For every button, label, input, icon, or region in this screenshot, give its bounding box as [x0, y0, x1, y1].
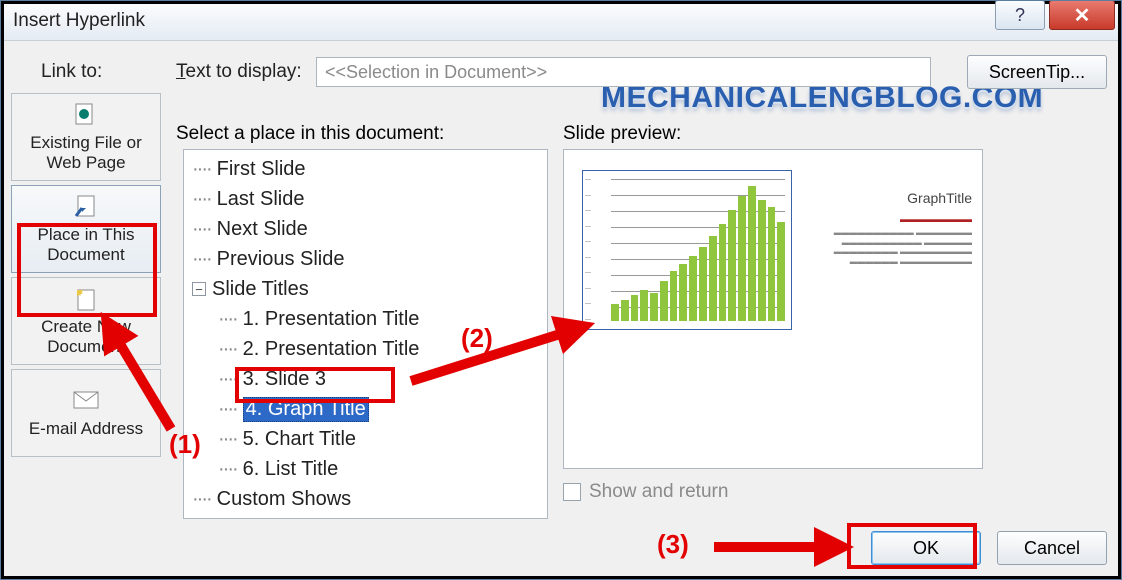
tree-slide-titles[interactable]: −Slide Titles	[184, 274, 547, 304]
chart-y-ticks: ——————————	[585, 177, 609, 323]
chart-bar	[738, 196, 746, 321]
preview-chart: ——————————	[582, 170, 792, 330]
ok-button[interactable]: OK	[871, 531, 981, 565]
chart-bar	[699, 247, 707, 321]
select-place-label: Select a place in this document:	[176, 123, 444, 145]
preview-red-text: ▬▬▬▬▬▬▬▬	[812, 214, 972, 224]
screentip-button[interactable]: ScreenTip...	[967, 55, 1107, 89]
email-icon	[72, 387, 100, 415]
chart-bar	[768, 207, 776, 321]
chart-bar	[748, 186, 756, 321]
chart-bar	[660, 281, 668, 321]
cancel-button[interactable]: Cancel	[997, 531, 1107, 565]
chart-bar	[689, 256, 697, 321]
chart-bar	[758, 200, 766, 321]
tree-custom-shows[interactable]: ····Custom Shows	[184, 484, 547, 514]
chart-bar	[670, 271, 678, 321]
sidebar-place-in-document[interactable]: Place in This Document	[11, 185, 161, 273]
tree-slide-5[interactable]: ····5. Chart Title	[184, 424, 547, 454]
titlebar: Insert Hyperlink ? ✕	[1, 1, 1121, 41]
chart-bar	[611, 304, 619, 321]
tree-first-slide[interactable]: ····First Slide	[184, 154, 547, 184]
slide-preview-label: Slide preview:	[563, 123, 681, 145]
tree-slide-4[interactable]: ····4. Graph Title	[184, 394, 547, 424]
chart-bar	[728, 210, 736, 321]
annotation-arrow-1	[101, 319, 201, 444]
preview-text-block: GraphTitle ▬▬▬▬▬▬▬▬ ▬▬▬▬▬▬▬▬▬▬ ▬▬▬▬▬▬▬ ▬…	[812, 190, 972, 266]
chart-bar	[719, 224, 727, 321]
chart-bar	[650, 293, 658, 321]
web-page-icon	[72, 101, 100, 129]
slide-preview: —————————— GraphTitle ▬▬▬▬▬▬▬▬ ▬▬▬▬▬▬▬▬▬…	[563, 149, 983, 469]
document-target-icon	[72, 193, 100, 221]
tree-last-slide[interactable]: ····Last Slide	[184, 184, 547, 214]
annotation-arrow-2	[401, 321, 591, 396]
link-to-label: Link to:	[41, 61, 102, 83]
text-to-display-input[interactable]	[316, 57, 931, 87]
chart-bar	[679, 264, 687, 321]
collapse-icon[interactable]: −	[192, 282, 206, 296]
window-title: Insert Hyperlink	[13, 10, 145, 32]
chart-bar	[631, 295, 639, 321]
chart-bar	[640, 290, 648, 321]
show-and-return: Show and return	[563, 481, 728, 503]
preview-grey-text: ▬▬▬▬▬▬▬▬▬▬ ▬▬▬▬▬▬▬ ▬▬▬▬▬▬▬▬▬▬ ▬▬▬▬▬▬ ▬▬▬…	[812, 228, 972, 266]
chart-bar	[709, 236, 717, 321]
annotation-arrow-3	[709, 535, 849, 564]
tree-slide-6[interactable]: ····6. List Title	[184, 454, 547, 484]
chart-bar	[621, 300, 629, 321]
help-button[interactable]: ?	[995, 0, 1045, 30]
sidebar-existing-file[interactable]: Existing File or Web Page	[11, 93, 161, 181]
tree-previous-slide[interactable]: ····Previous Slide	[184, 244, 547, 274]
close-button[interactable]: ✕	[1049, 0, 1115, 30]
chart-bars	[611, 179, 785, 321]
chart-bar	[777, 222, 785, 321]
show-and-return-checkbox	[563, 483, 581, 501]
preview-graph-title: GraphTitle	[812, 190, 972, 206]
annotation-number-3: (3)	[657, 529, 689, 560]
tree-next-slide[interactable]: ····Next Slide	[184, 214, 547, 244]
new-document-icon	[72, 285, 100, 313]
text-to-display-label: Text to display:	[176, 61, 302, 83]
